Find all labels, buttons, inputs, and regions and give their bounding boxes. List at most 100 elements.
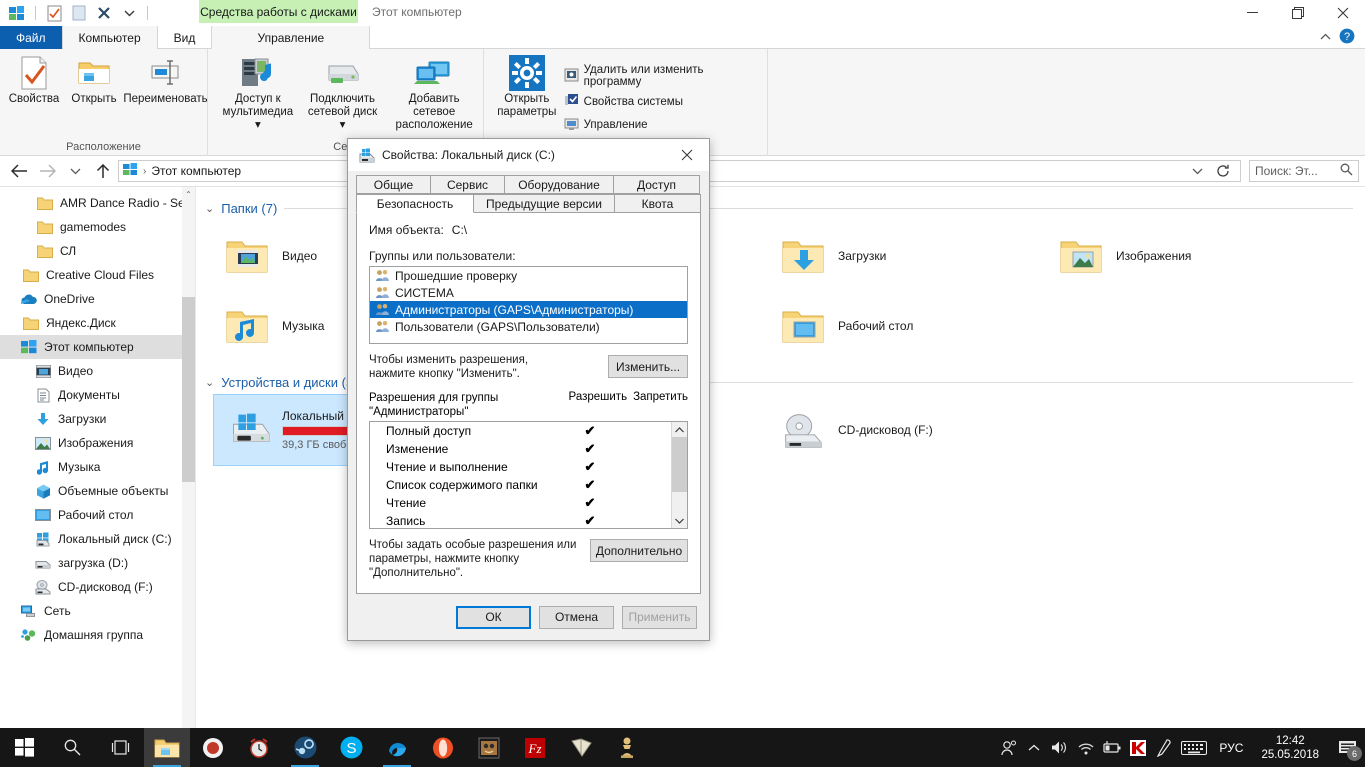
wifi-icon[interactable]	[1073, 728, 1099, 767]
search-input[interactable]: Поиск: Эт...	[1249, 160, 1359, 182]
address-dropdown-icon[interactable]	[1184, 159, 1210, 183]
refresh-button[interactable]	[1210, 159, 1236, 183]
battery-icon[interactable]	[1099, 728, 1125, 767]
sidebar-item-14[interactable]: Локальный диск (C:)	[0, 527, 195, 551]
dialog-tab-security[interactable]: Безопасность	[356, 194, 474, 213]
sidebar-item-6[interactable]: Этот компьютер	[0, 335, 195, 359]
kaspersky-icon[interactable]	[1125, 728, 1151, 767]
taskbar-app-edge[interactable]	[374, 728, 420, 767]
taskbar-app-alarm[interactable]	[236, 728, 282, 767]
taskbar-app-opera[interactable]	[420, 728, 466, 767]
sidebar-item-3[interactable]: Creative Cloud Files	[0, 263, 195, 287]
permission-allow-check[interactable]: ✔	[580, 459, 600, 475]
task-view-button[interactable]	[96, 728, 144, 767]
scroll-up-icon[interactable]	[672, 422, 687, 437]
permission-row[interactable]: Чтение и выполнение ✔	[370, 458, 671, 476]
apply-button[interactable]: Применить	[622, 605, 697, 629]
sidebar-item-9[interactable]: Загрузки	[0, 407, 195, 431]
help-icon[interactable]: ?	[1339, 28, 1355, 47]
contextual-tab-disk-tools[interactable]: Средства работы с дисками	[199, 0, 358, 23]
dialog-tab-quota[interactable]: Квота	[614, 194, 701, 213]
new-folder-icon[interactable]	[68, 3, 90, 23]
sidebar-item-18[interactable]: Домашняя группа	[0, 623, 195, 647]
sidebar-item-12[interactable]: Объемные объекты	[0, 479, 195, 503]
sidebar-item-10[interactable]: Изображения	[0, 431, 195, 455]
sidebar-item-17[interactable]: Сеть	[0, 599, 195, 623]
ok-button[interactable]: ОК	[456, 605, 531, 629]
ribbon-map-drive-button[interactable]: Подключить сетевой диск ▾	[300, 55, 386, 132]
volume-icon[interactable]	[1047, 728, 1073, 767]
tile-desktop[interactable]: Рабочий стол	[770, 291, 1048, 361]
sidebar-item-15[interactable]: загрузка (D:)	[0, 551, 195, 575]
tab-manage[interactable]: Управление	[211, 26, 371, 49]
taskbar-app-chess[interactable]	[604, 728, 650, 767]
advanced-button[interactable]: Дополнительно	[590, 539, 688, 562]
keyboard-icon[interactable]	[1177, 728, 1211, 767]
taskbar-app-filezilla[interactable]: Fz	[512, 728, 558, 767]
language-indicator[interactable]: РУС	[1211, 741, 1251, 755]
ribbon-computer-management-button[interactable]: Управление	[560, 115, 767, 135]
recent-locations-button[interactable]	[62, 159, 88, 183]
delete-icon[interactable]	[93, 3, 115, 23]
ribbon-properties-button[interactable]: Свойства	[4, 55, 64, 106]
cancel-button[interactable]: Отмена	[539, 605, 614, 629]
permission-allow-check[interactable]: ✔	[580, 441, 600, 457]
change-button[interactable]: Изменить...	[608, 355, 688, 378]
this-pc-icon[interactable]	[6, 3, 28, 23]
sidebar-item-11[interactable]: Музыка	[0, 455, 195, 479]
group-list-item[interactable]: Прошедшие проверку	[370, 267, 687, 284]
sidebar-item-4[interactable]: OneDrive	[0, 287, 195, 311]
scroll-up-icon[interactable]: ⌃	[182, 187, 195, 201]
sidebar-item-7[interactable]: Видео	[0, 359, 195, 383]
sidebar-item-16[interactable]: CD-дисковод (F:)	[0, 575, 195, 599]
ribbon-media-access-button[interactable]: Доступ к мультимедиа ▾	[216, 55, 300, 132]
dialog-tab-general[interactable]: Общие	[356, 175, 431, 194]
maximize-button[interactable]	[1275, 0, 1320, 26]
people-icon[interactable]	[995, 728, 1021, 767]
group-list-item[interactable]: Администраторы (GAPS\Администраторы)	[370, 301, 687, 318]
dialog-close-button[interactable]	[665, 140, 709, 171]
permission-row[interactable]: Полный доступ ✔	[370, 422, 671, 440]
action-center-button[interactable]: 6	[1329, 728, 1365, 767]
ribbon-open-button[interactable]: Открыть	[64, 55, 124, 106]
ribbon-open-settings-button[interactable]: Открыть параметры	[494, 55, 560, 119]
search-button[interactable]	[48, 728, 96, 767]
group-list-item[interactable]: Пользователи (GAPS\Пользователи)	[370, 318, 687, 335]
scroll-thumb[interactable]	[182, 297, 195, 482]
customize-qat-chevron-icon[interactable]	[118, 3, 140, 23]
groups-listbox[interactable]: Прошедшие проверку СИСТЕМА Администраторы …	[369, 266, 688, 344]
permissions-scrollbar[interactable]	[671, 422, 687, 528]
close-button[interactable]	[1320, 0, 1365, 26]
clock[interactable]: 12:42 25.05.2018	[1251, 734, 1329, 762]
dialog-tab-hardware[interactable]: Оборудование	[504, 175, 614, 194]
breadcrumb-path[interactable]: Этот компьютер	[151, 164, 241, 178]
permission-row[interactable]: Список содержимого папки ✔	[370, 476, 671, 494]
permission-row[interactable]: Изменение ✔	[370, 440, 671, 458]
sidebar-item-2[interactable]: СЛ	[0, 239, 195, 263]
back-button[interactable]	[6, 159, 32, 183]
dialog-tab-previous-versions[interactable]: Предыдущие версии	[473, 194, 615, 213]
permission-allow-check[interactable]: ✔	[580, 513, 600, 528]
permission-allow-check[interactable]: ✔	[580, 477, 600, 493]
permissions-listbox[interactable]: Полный доступ ✔ Изменение ✔ Чтение и выполне…	[369, 421, 688, 529]
ribbon-system-properties-button[interactable]: Свойства системы	[560, 92, 767, 112]
taskbar-app-file-explorer[interactable]	[144, 728, 190, 767]
ribbon-rename-button[interactable]: Переименовать	[123, 55, 208, 106]
permission-row[interactable]: Запись ✔	[370, 512, 671, 528]
dialog-tab-tools[interactable]: Сервис	[430, 175, 505, 194]
tab-view[interactable]: Вид	[158, 26, 212, 49]
up-button[interactable]	[90, 159, 116, 183]
taskbar-app-notes[interactable]	[558, 728, 604, 767]
start-button[interactable]	[0, 728, 48, 767]
navigation-scrollbar[interactable]: ⌃ ⌄	[182, 187, 195, 737]
sidebar-item-1[interactable]: gamemodes	[0, 215, 195, 239]
sidebar-item-5[interactable]: Яндекс.Диск	[0, 311, 195, 335]
sidebar-item-0[interactable]: AMR Dance Radio - Ser-S_t	[0, 191, 195, 215]
ribbon-uninstall-program-button[interactable]: Удалить или изменить программу	[560, 63, 767, 89]
ribbon-add-network-location-button[interactable]: Добавить сетевое расположение	[385, 55, 483, 132]
properties-icon[interactable]	[43, 3, 65, 23]
group-list-item[interactable]: СИСТЕМА	[370, 284, 687, 301]
taskbar-app-skype[interactable]: S	[328, 728, 374, 767]
tray-overflow-icon[interactable]	[1021, 728, 1047, 767]
pen-icon[interactable]	[1151, 728, 1177, 767]
